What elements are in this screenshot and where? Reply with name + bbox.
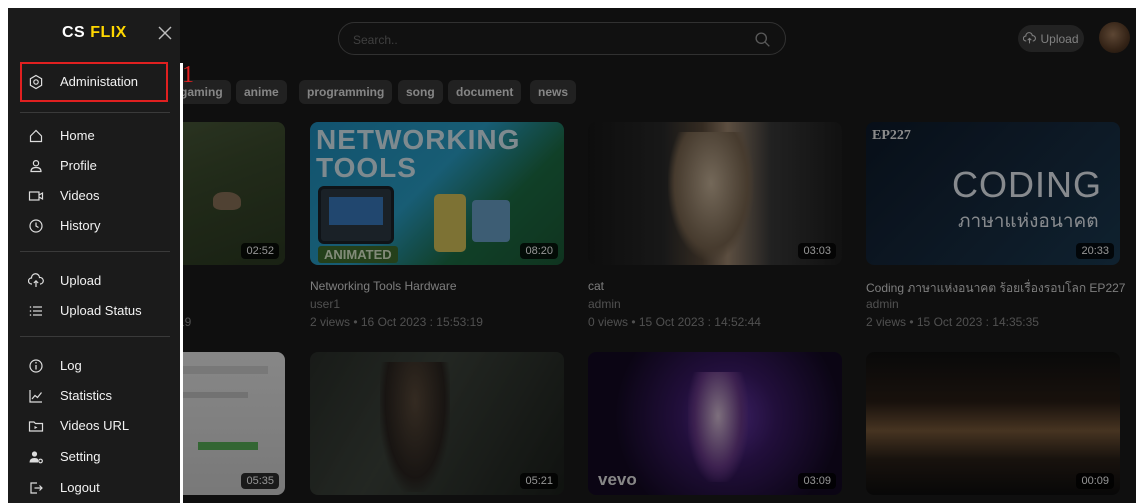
- brand-prefix: CS: [62, 24, 86, 41]
- sidebar-border: [180, 63, 183, 503]
- user-gear-icon: [29, 451, 43, 464]
- sidebar-item-home[interactable]: Home: [8, 122, 180, 150]
- close-icon[interactable]: [158, 26, 172, 40]
- clock-icon: [29, 219, 43, 233]
- sidebar-item-logout[interactable]: Logout: [8, 474, 180, 502]
- video-icon: [28, 191, 44, 201]
- annotation-highlight-box: [20, 62, 168, 102]
- sidebar-item-label: Videos URL: [60, 418, 130, 433]
- brand-logo[interactable]: CS FLIX: [62, 24, 127, 42]
- sidebar-item-label: Videos: [60, 188, 100, 203]
- sidebar-item-upload-status[interactable]: Upload Status: [8, 297, 180, 325]
- sidebar-item-label: Setting: [60, 449, 101, 464]
- sidebar-divider: [20, 251, 170, 252]
- home-icon: [29, 129, 43, 143]
- app-window: Upload gaming anime programming song doc…: [8, 8, 1136, 503]
- sidebar-item-profile[interactable]: Profile: [8, 152, 180, 180]
- logout-icon: [30, 482, 43, 494]
- sidebar-item-statistics[interactable]: Statistics: [8, 382, 180, 410]
- cloud-upload-icon: [28, 273, 44, 287]
- info-icon: [29, 359, 43, 373]
- sidebar-item-label: Log: [60, 358, 82, 373]
- annotation-step-number: 1: [182, 62, 194, 88]
- sidebar-item-upload[interactable]: Upload: [8, 267, 180, 295]
- sidebar-item-label: Profile: [60, 158, 97, 173]
- sidebar-item-videos[interactable]: Videos: [8, 182, 180, 210]
- sidebar-item-label: Statistics: [60, 388, 113, 403]
- sidebar-item-label: Logout: [60, 480, 100, 495]
- sidebar-item-history[interactable]: History: [8, 212, 180, 240]
- folder-icon: [28, 421, 44, 432]
- sidebar-item-label: History: [60, 218, 101, 233]
- sidebar-divider: [20, 112, 170, 113]
- sidebar-divider: [20, 336, 170, 337]
- sidebar-item-log[interactable]: Log: [8, 352, 180, 380]
- sidebar-item-setting[interactable]: Setting: [8, 443, 180, 471]
- sidebar-item-label: Upload Status: [60, 303, 142, 318]
- user-icon: [30, 159, 42, 173]
- chart-icon: [29, 390, 42, 403]
- brand-suffix: FLIX: [90, 24, 127, 41]
- sidebar-item-videos-url[interactable]: Videos URL: [8, 412, 180, 440]
- sidebar-item-label: Upload: [60, 273, 102, 288]
- list-icon: [29, 306, 42, 316]
- sidebar-item-label: Home: [60, 128, 95, 143]
